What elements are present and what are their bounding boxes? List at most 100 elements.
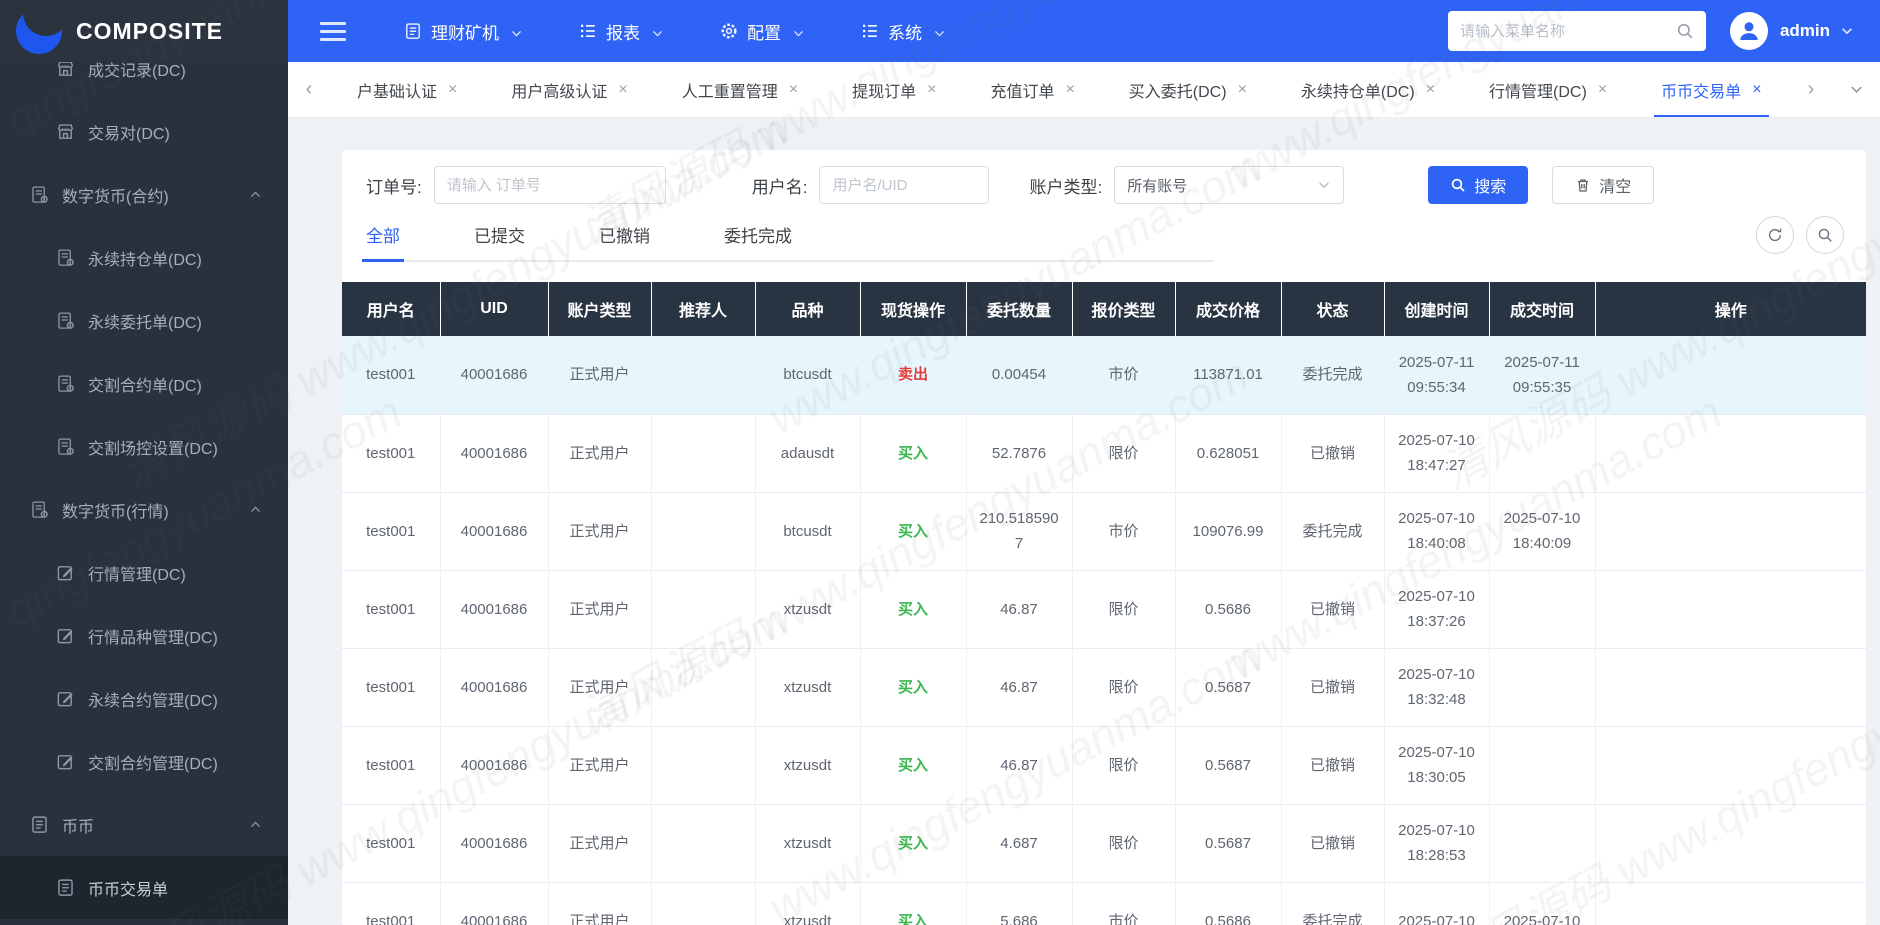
cell-acct: 正式用户 [548, 648, 652, 727]
cell-amount: 0.00454 [966, 336, 1073, 415]
menu-search-box [1447, 11, 1706, 51]
tabs-scroll-left[interactable]: ‹ [288, 62, 330, 117]
nav-menu-2[interactable]: 配置 [692, 0, 833, 62]
table-search-button[interactable] [1806, 216, 1844, 254]
cell-user: test001 [342, 336, 441, 415]
tabs-dropdown-button[interactable] [1832, 62, 1880, 117]
table-row: test001 40001686 正式用户 xtzusdt 买入 46.87 限价 0.568… [342, 648, 1866, 727]
table-row: test001 40001686 正式用户 xtzusdt 买入 46.87 限价 0.568… [342, 570, 1866, 649]
tab-6[interactable]: 永续持仓单(DC) × [1274, 62, 1462, 117]
trash-icon [1575, 177, 1591, 193]
column-header: 委托数量 [966, 282, 1073, 336]
cell-quote: 市价 [1072, 882, 1176, 925]
sql-icon [56, 374, 75, 393]
column-header: 成交时间 [1489, 282, 1596, 336]
tab-2[interactable]: 人工重置管理 × [655, 62, 825, 117]
nav-menu-3[interactable]: 系统 [833, 0, 974, 62]
status-tab-2[interactable]: 已撤销 [599, 222, 650, 262]
close-icon[interactable]: × [618, 81, 627, 98]
status-tab-1[interactable]: 已提交 [474, 222, 525, 262]
nav-menu-label: 报表 [606, 23, 640, 43]
list-icon [579, 22, 597, 40]
cell-status: 委托完成 [1281, 882, 1385, 925]
list-icon [861, 22, 879, 40]
close-icon[interactable]: × [1065, 81, 1074, 98]
close-icon[interactable]: × [1426, 81, 1435, 98]
tab-4[interactable]: 充值订单 × [963, 62, 1101, 117]
cell-ref [651, 804, 756, 883]
tab-label: 人工重置管理 [681, 83, 778, 101]
sidebar-item-9[interactable]: 行情品种管理(DC) [0, 604, 288, 667]
tab-0[interactable]: 户基础认证 × [330, 62, 484, 117]
cell-acct: 正式用户 [548, 726, 652, 805]
close-icon[interactable]: × [1598, 81, 1607, 98]
order-no-input[interactable] [433, 166, 666, 204]
username-input[interactable] [819, 166, 990, 204]
column-header: 创建时间 [1384, 282, 1490, 336]
cell-side: 买入 [860, 804, 967, 883]
search-icon [1450, 177, 1466, 193]
sidebar-item-3[interactable]: 永续持仓单(DC) [0, 226, 288, 289]
sidebar-item-7[interactable]: 数字货币(行情) [0, 478, 288, 541]
sidebar-item-12[interactable]: 币币 [0, 793, 288, 856]
clear-button[interactable]: 清空 [1552, 166, 1655, 204]
cell-quote: 限价 [1072, 648, 1176, 727]
account-type-select[interactable]: 所有账号 [1114, 166, 1345, 204]
column-header: 报价类型 [1072, 282, 1176, 336]
avatar[interactable] [1729, 12, 1768, 50]
close-icon[interactable]: × [1238, 81, 1247, 98]
search-button[interactable]: 搜索 [1428, 166, 1529, 204]
close-icon[interactable]: × [789, 81, 798, 98]
sidebar-item-13[interactable]: 币币交易单 [0, 856, 288, 919]
cell-op [1595, 882, 1866, 925]
tabs: 户基础认证 × 用户高级认证 × 人工重置管理 × 提现订单 × 充值订单 × 买入委托(DC) × 永… [330, 62, 1790, 117]
table-header-row: 用户名 UID 账户类型 推荐人 品种 现货操作 委托数量 报价类型 成交价格 状态 创建时间 成交时… [342, 282, 1866, 336]
cell-ref [651, 882, 756, 925]
status-tab-3[interactable]: 委托完成 [724, 222, 792, 262]
crescent-logo-icon [16, 8, 62, 54]
refresh-button[interactable] [1756, 216, 1794, 254]
sidebar-item-5[interactable]: 交割合约单(DC) [0, 352, 288, 415]
search-icon[interactable] [1676, 22, 1694, 40]
cell-side: 买入 [860, 414, 967, 493]
tab-7[interactable]: 行情管理(DC) × [1462, 62, 1634, 117]
close-icon[interactable]: × [448, 81, 457, 98]
tab-8[interactable]: 币币交易单 × [1634, 62, 1788, 117]
close-icon[interactable]: × [1752, 81, 1761, 98]
sidebar-item-8[interactable]: 行情管理(DC) [0, 541, 288, 604]
edit-icon [56, 752, 75, 771]
tab-3[interactable]: 提现订单 × [825, 62, 963, 117]
cell-status: 已撤销 [1281, 804, 1385, 883]
top-navbar: COMPOSITE 理财矿机 报表 配置 系统 admin [0, 0, 1880, 62]
tab-1[interactable]: 用户高级认证 × [484, 62, 654, 117]
tabs-scroll-right[interactable]: › [1790, 62, 1832, 117]
cell-price: 109076.99 [1175, 492, 1282, 571]
cell-created: 2025-07-10 18:30:05 [1384, 726, 1490, 805]
logo-area: COMPOSITE [0, 0, 288, 62]
status-tab-0[interactable]: 全部 [362, 222, 404, 262]
sidebar-item-4[interactable]: 永续委托单(DC) [0, 289, 288, 352]
tab-5[interactable]: 买入委托(DC) × [1102, 62, 1274, 117]
sidebar-item-6[interactable]: 交割场控设置(DC) [0, 415, 288, 478]
doc-icon [404, 22, 422, 40]
nav-menu-1[interactable]: 报表 [551, 0, 692, 62]
cell-amount: 210.5185907 [966, 492, 1073, 571]
sidebar-item-1[interactable]: 交易对(DC) [0, 100, 288, 163]
hamburger-menu-icon[interactable] [320, 21, 346, 41]
sidebar-item-0[interactable]: 成交记录(DC) [0, 62, 288, 100]
cell-symbol: adausdt [755, 414, 861, 493]
close-icon[interactable]: × [927, 81, 936, 98]
cell-amount: 5.686 [966, 882, 1073, 925]
cell-op [1595, 570, 1866, 649]
cell-acct: 正式用户 [548, 804, 652, 883]
cell-symbol: xtzusdt [755, 804, 861, 883]
chevron-down-icon[interactable] [1840, 24, 1854, 38]
sidebar-item-10[interactable]: 永续合约管理(DC) [0, 667, 288, 730]
sidebar-item-11[interactable]: 交割合约管理(DC) [0, 730, 288, 793]
nav-menu-0[interactable]: 理财矿机 [376, 0, 551, 62]
cell-amount: 4.687 [966, 804, 1073, 883]
username-label[interactable]: admin [1780, 21, 1830, 41]
sidebar-item-2[interactable]: 数字货币(合约) [0, 163, 288, 226]
menu-search-input[interactable] [1459, 22, 1668, 40]
cell-symbol: btcusdt [755, 336, 861, 415]
